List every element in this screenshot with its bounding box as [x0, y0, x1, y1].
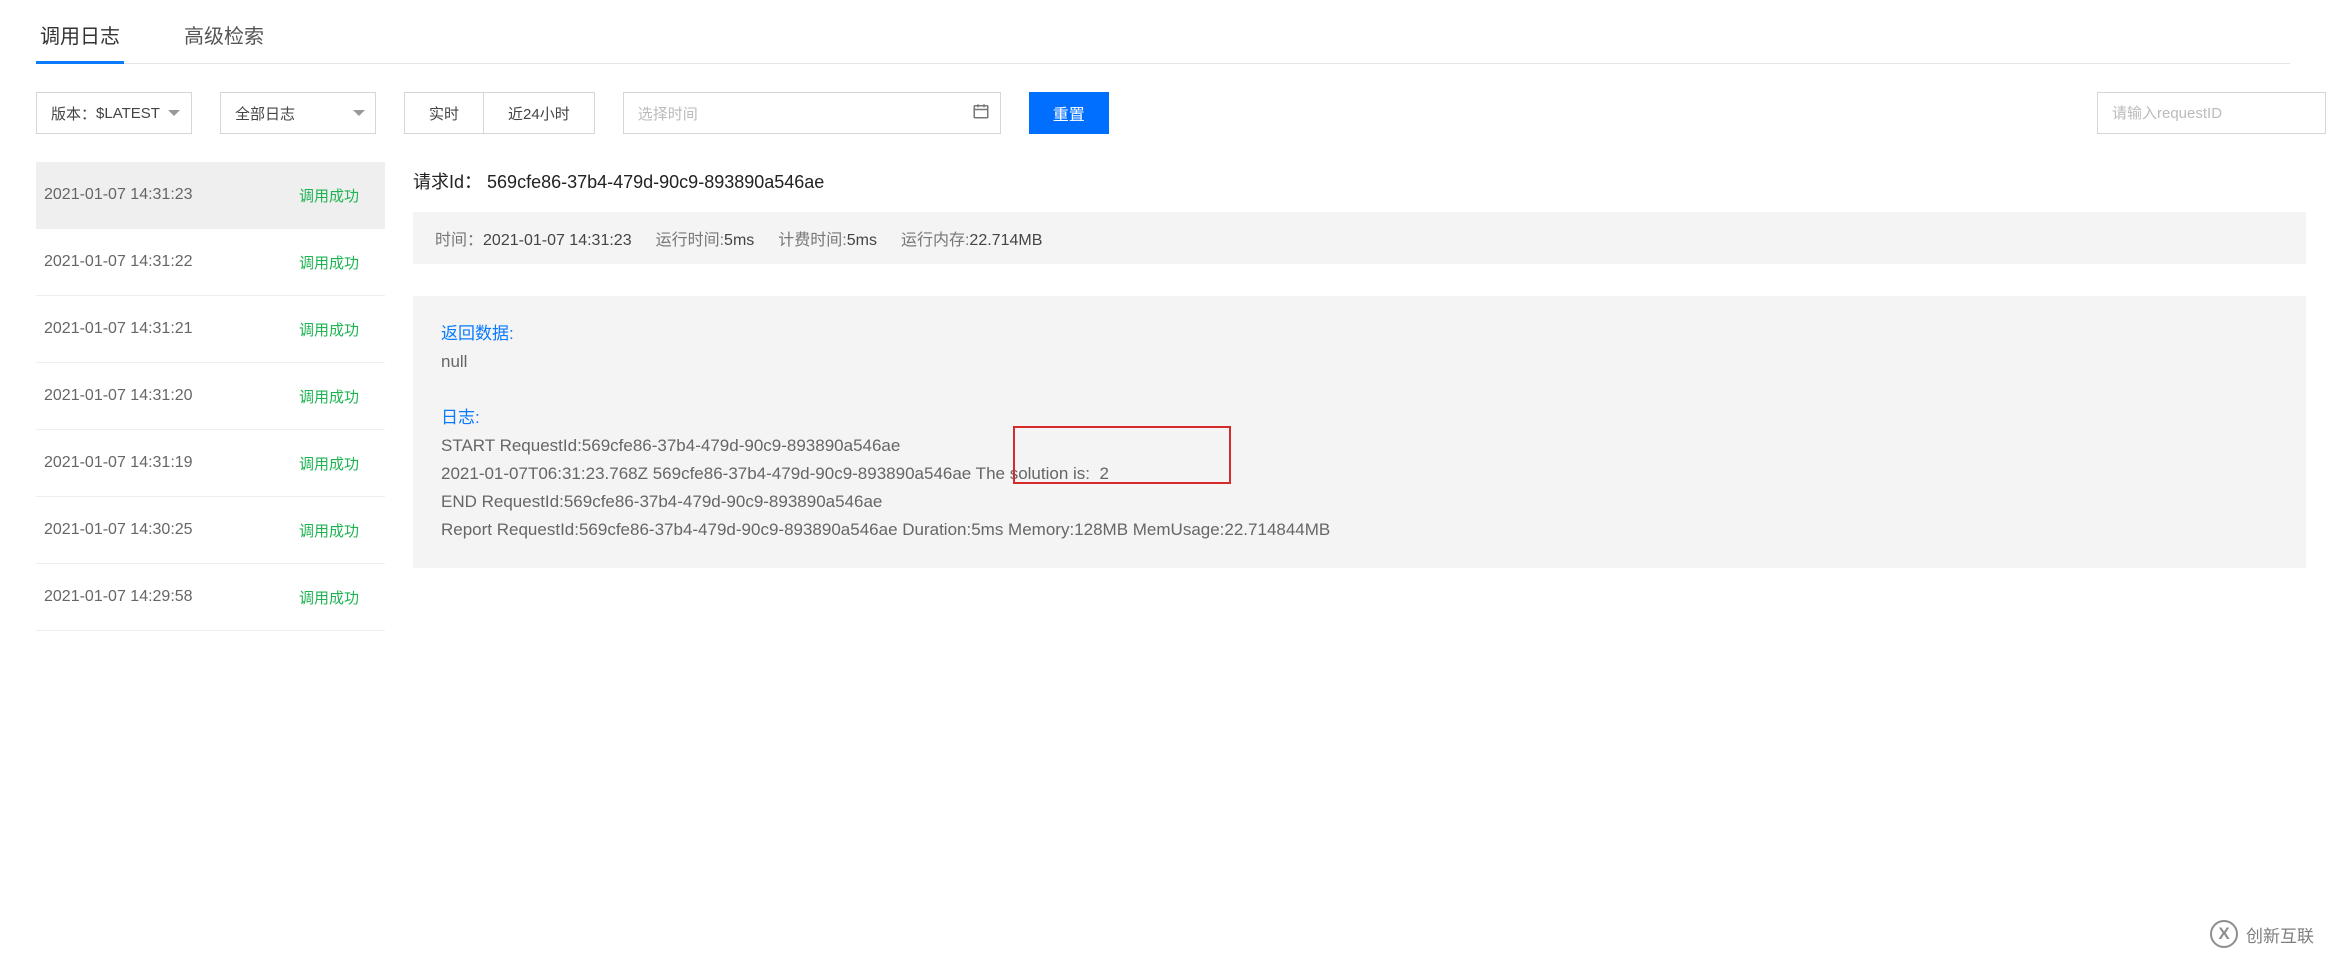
- time-picker[interactable]: 选择时间: [623, 92, 1001, 134]
- logtype-value: 全部日志: [235, 103, 295, 124]
- log-time: 2021-01-07 14:31:23: [44, 186, 193, 204]
- log-body: 返回数据: null 日志: START RequestId:569cfe86-…: [413, 296, 2306, 568]
- request-id-line: 请求Id： 569cfe86-37b4-479d-90c9-893890a546…: [413, 162, 2306, 212]
- chevron-down-icon: [168, 110, 180, 116]
- calendar-icon: [972, 102, 990, 125]
- return-data-value: null: [441, 348, 2278, 376]
- request-id-label: 请求Id：: [413, 172, 482, 192]
- log-time: 2021-01-07 14:31:20: [44, 387, 193, 405]
- log-status: 调用成功: [299, 252, 359, 273]
- watermark-text: 创新互联: [2246, 922, 2314, 947]
- filter-bar: 版本： $LATEST 全部日志 实时 近24小时 选择时间 重置: [36, 64, 2326, 162]
- log-line: START RequestId:569cfe86-37b4-479d-90c9-…: [441, 432, 2278, 460]
- log-status: 调用成功: [299, 520, 359, 541]
- list-item[interactable]: 2021-01-07 14:31:20 调用成功: [36, 363, 385, 430]
- version-select[interactable]: 版本： $LATEST: [36, 92, 192, 134]
- log-section-title: 日志:: [441, 404, 2278, 432]
- tab-call-log[interactable]: 调用日志: [36, 12, 124, 64]
- watermark: X 创新互联: [2210, 920, 2314, 948]
- log-status: 调用成功: [299, 185, 359, 206]
- log-line: END RequestId:569cfe86-37b4-479d-90c9-89…: [441, 488, 2278, 516]
- request-id-value: 569cfe86-37b4-479d-90c9-893890a546ae: [487, 172, 824, 192]
- meta-bar: 时间：2021-01-07 14:31:23 运行时间:5ms 计费时间:5ms…: [413, 212, 2306, 264]
- version-label: 版本：: [51, 103, 96, 124]
- logtype-select[interactable]: 全部日志: [220, 92, 376, 134]
- log-time: 2021-01-07 14:29:58: [44, 588, 193, 606]
- log-list: 2021-01-07 14:31:23 调用成功 2021-01-07 14:3…: [36, 162, 385, 631]
- chevron-down-icon: [353, 110, 365, 116]
- main: 2021-01-07 14:31:23 调用成功 2021-01-07 14:3…: [36, 162, 2326, 631]
- list-item[interactable]: 2021-01-07 14:30:25 调用成功: [36, 497, 385, 564]
- time-placeholder: 选择时间: [638, 103, 698, 124]
- meta-runtime: 运行时间:5ms: [656, 226, 755, 250]
- version-value: $LATEST: [96, 105, 160, 122]
- last24h-button[interactable]: 近24小时: [483, 92, 595, 134]
- list-item[interactable]: 2021-01-07 14:31:22 调用成功: [36, 229, 385, 296]
- tab-advanced-search[interactable]: 高级检索: [180, 12, 268, 63]
- list-item[interactable]: 2021-01-07 14:31:19 调用成功: [36, 430, 385, 497]
- log-status: 调用成功: [299, 386, 359, 407]
- log-status: 调用成功: [299, 319, 359, 340]
- log-detail: 请求Id： 569cfe86-37b4-479d-90c9-893890a546…: [385, 162, 2326, 568]
- time-range-group: 实时 近24小时: [404, 92, 595, 134]
- meta-billtime: 计费时间:5ms: [778, 226, 877, 250]
- log-time: 2021-01-07 14:31:19: [44, 454, 193, 472]
- list-item[interactable]: 2021-01-07 14:31:23 调用成功: [36, 162, 385, 229]
- watermark-logo-icon: X: [2210, 920, 2238, 948]
- realtime-button[interactable]: 实时: [404, 92, 484, 134]
- list-item[interactable]: 2021-01-07 14:29:58 调用成功: [36, 564, 385, 631]
- log-line: 2021-01-07T06:31:23.768Z 569cfe86-37b4-4…: [441, 460, 2278, 488]
- log-time: 2021-01-07 14:30:25: [44, 521, 193, 539]
- list-item[interactable]: 2021-01-07 14:31:21 调用成功: [36, 296, 385, 363]
- tabs: 调用日志 高级检索: [36, 0, 2290, 64]
- requestid-search-input[interactable]: [2097, 92, 2326, 134]
- return-data-title: 返回数据:: [441, 320, 2278, 348]
- meta-time: 时间：2021-01-07 14:31:23: [435, 226, 632, 250]
- log-status: 调用成功: [299, 453, 359, 474]
- log-status: 调用成功: [299, 587, 359, 608]
- log-line: Report RequestId:569cfe86-37b4-479d-90c9…: [441, 516, 2278, 544]
- log-time: 2021-01-07 14:31:21: [44, 320, 193, 338]
- reset-button[interactable]: 重置: [1029, 92, 1109, 134]
- meta-memory: 运行内存:22.714MB: [901, 226, 1042, 250]
- log-time: 2021-01-07 14:31:22: [44, 253, 193, 271]
